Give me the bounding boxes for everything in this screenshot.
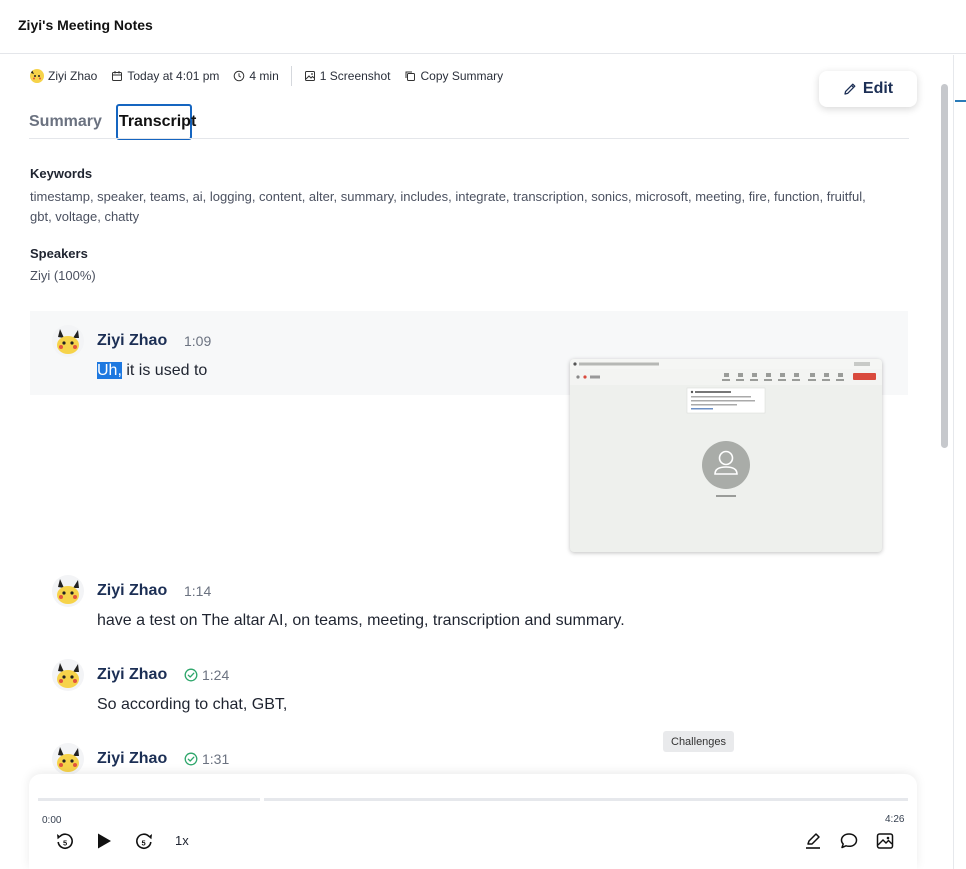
- transcript-text[interactable]: have a test on The altar AI, on teams, m…: [97, 612, 625, 630]
- copy-summary-label: Copy Summary: [420, 69, 504, 83]
- avatar: [52, 575, 84, 607]
- comment-button[interactable]: [837, 829, 861, 853]
- clock-icon: [234, 70, 245, 82]
- timestamp-text: 1:24: [202, 667, 230, 683]
- screenshot-icon: [876, 833, 894, 849]
- transcript-text[interactable]: So according to chat, GBT,: [97, 696, 287, 714]
- copy-summary-button[interactable]: Copy Summary: [404, 69, 503, 83]
- panel-divider: [953, 55, 954, 869]
- edit-button[interactable]: Edit: [819, 71, 917, 107]
- page-title: Ziyi's Meeting Notes: [18, 17, 153, 33]
- scrollbar-thumb[interactable]: [941, 84, 948, 448]
- check-circle-icon: [184, 752, 198, 766]
- avatar: [52, 659, 84, 691]
- speakers-list: Ziyi (100%): [30, 268, 96, 283]
- speaker-name[interactable]: Ziyi Zhao: [97, 750, 167, 768]
- current-time: 0:00: [42, 815, 62, 826]
- title-bar: Ziyi's Meeting Notes: [0, 0, 966, 54]
- forward-5-icon: 5: [136, 833, 152, 850]
- owner[interactable]: Ziyi Zhao: [30, 69, 97, 83]
- meta-divider: [290, 66, 292, 86]
- timestamp[interactable]: 1:24: [184, 667, 229, 683]
- tab-summary[interactable]: Summary: [29, 104, 102, 140]
- copy-icon: [405, 71, 416, 81]
- transcript-text-rest: it is used to: [121, 362, 208, 379]
- total-time: 4:26: [885, 814, 905, 825]
- transcript-entry[interactable]: Ziyi Zhao 1:14 have a test on The altar …: [30, 561, 908, 645]
- selected-text: Uh,: [97, 362, 122, 379]
- tab-transcript[interactable]: Transcript: [115, 104, 196, 140]
- owner-name: Ziyi Zhao: [48, 69, 98, 83]
- transcript-entry[interactable]: Ziyi Zhao 1:24 So according to chat, GBT…: [30, 645, 908, 729]
- keywords-heading: Keywords: [30, 166, 93, 181]
- svg-text:5: 5: [142, 839, 146, 848]
- highlight-button[interactable]: [801, 829, 825, 853]
- avatar: [52, 743, 84, 774]
- screenshots-link[interactable]: 1 Screenshot: [304, 69, 391, 83]
- tab-divider: [29, 138, 909, 139]
- audio-player: 0:00 4:26 5 5 1x: [29, 774, 917, 869]
- calendar-icon: [112, 71, 123, 81]
- screenshot-button[interactable]: [873, 829, 897, 853]
- play-icon: [98, 833, 111, 849]
- meeting-date-text: Today at 4:01 pm: [127, 69, 220, 83]
- rewind-5-icon: 5: [57, 833, 73, 850]
- svg-text:5: 5: [63, 839, 67, 848]
- transcript-entry[interactable]: Ziyi Zhao 1:31: [30, 729, 908, 774]
- meeting-screenshot[interactable]: [570, 359, 882, 552]
- forward-5-button[interactable]: 5: [132, 829, 156, 853]
- owner-avatar: [30, 69, 44, 83]
- avatar: [52, 325, 84, 357]
- tooltip: Challenges: [663, 731, 735, 752]
- timestamp-text: 1:31: [202, 751, 230, 767]
- transcript-text[interactable]: Uh, it is used to: [97, 362, 207, 380]
- keywords-list: timestamp, speaker, teams, ai, logging, …: [30, 189, 866, 224]
- timestamp[interactable]: 1:31: [184, 751, 229, 767]
- speaker-name[interactable]: Ziyi Zhao: [97, 582, 167, 600]
- check-circle-icon: [184, 668, 198, 682]
- play-button[interactable]: [92, 829, 116, 853]
- comment-icon: [840, 833, 858, 849]
- speaker-name[interactable]: Ziyi Zhao: [97, 332, 167, 350]
- meta-row: Ziyi Zhao Today at 4:01 pm 4 min 1 Scree…: [30, 66, 517, 86]
- meeting-duration-text: 4 min: [249, 69, 279, 83]
- image-icon: [304, 71, 315, 81]
- progress-bar-segment[interactable]: [264, 798, 908, 801]
- tab-bar: Summary Transcript: [29, 104, 196, 140]
- speaker-name[interactable]: Ziyi Zhao: [97, 666, 167, 684]
- panel-accent: [955, 100, 966, 102]
- pencil-icon: [844, 83, 856, 95]
- timestamp-text: 1:14: [184, 583, 212, 599]
- timestamp-text: 1:09: [184, 333, 212, 349]
- playback-speed-button[interactable]: 1x: [175, 833, 189, 848]
- progress-bar-segment[interactable]: [38, 798, 260, 801]
- rewind-5-button[interactable]: 5: [53, 829, 77, 853]
- highlight-icon: [806, 833, 820, 849]
- speakers-heading: Speakers: [30, 246, 88, 261]
- meeting-duration: 4 min: [233, 69, 279, 83]
- timestamp[interactable]: 1:09: [184, 333, 211, 349]
- screenshots-text: 1 Screenshot: [319, 69, 391, 83]
- edit-label: Edit: [862, 80, 894, 97]
- timestamp[interactable]: 1:14: [184, 583, 211, 599]
- meeting-date: Today at 4:01 pm: [111, 69, 219, 83]
